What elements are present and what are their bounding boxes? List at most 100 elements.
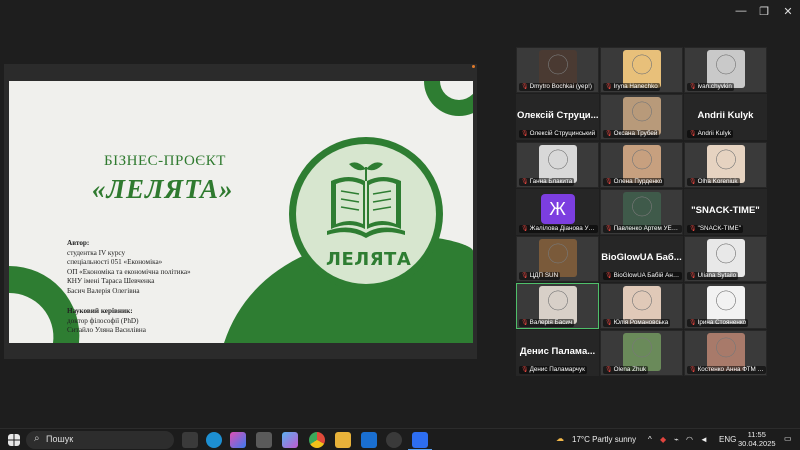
participant-name: Павленко Артем УЕ-32 bbox=[613, 225, 681, 232]
advisor-line: доктор філософії (PhD) bbox=[67, 316, 139, 325]
muted-mic-icon: 🎙 bbox=[521, 179, 529, 185]
avatar: Ж bbox=[540, 194, 575, 224]
participant-caption: 🎙Andrii Kulyk bbox=[687, 130, 733, 138]
participant-name: Костенко Анна ФТМ 4... bbox=[697, 366, 766, 373]
zoom-app-icon[interactable] bbox=[412, 432, 428, 448]
chrome-icon[interactable] bbox=[309, 432, 325, 448]
outlook-icon[interactable] bbox=[361, 432, 377, 448]
participant-tile[interactable]: Andrii Kulyk 🎙Andrii Kulyk bbox=[684, 94, 767, 140]
participant-caption: 🎙Костенко Анна ФТМ 4... bbox=[687, 366, 766, 374]
participant-caption: 🎙Olena Zhuk bbox=[603, 366, 649, 374]
tray-chevron-icon[interactable]: ^ bbox=[648, 435, 652, 444]
participant-gallery: 🎙Dmytro Bochkai (yep!) 🎙Iryna Hanechko 🎙iv… bbox=[516, 47, 768, 377]
muted-mic-icon: 🎙 bbox=[605, 179, 613, 185]
muted-mic-icon: 🎙 bbox=[521, 84, 529, 90]
participant-caption: 🎙Olha Koreniuk bbox=[687, 178, 740, 186]
store-icon[interactable] bbox=[256, 432, 272, 448]
copilot-icon[interactable] bbox=[230, 432, 246, 448]
participant-tile[interactable]: Денис Паламa... 🎙Денис Паламарчук bbox=[516, 330, 599, 376]
participant-name: Ганна Блакита bbox=[529, 178, 573, 185]
tray-icon[interactable]: ⌁ bbox=[674, 435, 679, 444]
windows-start-icon[interactable] bbox=[8, 434, 20, 446]
minimize-button[interactable]: — bbox=[731, 5, 751, 17]
clock[interactable]: 11:55 30.04.2025 bbox=[738, 430, 776, 448]
wifi-icon[interactable]: ◠ bbox=[686, 435, 693, 444]
clock-date: 30.04.2025 bbox=[738, 439, 776, 448]
clock-time: 11:55 bbox=[747, 430, 766, 439]
author-info: Автор: студентка IV курсу спеціальності … bbox=[67, 239, 191, 297]
participant-name: Юлія Романовська bbox=[613, 319, 669, 326]
participant-tile[interactable]: 🎙ЦДП SUN bbox=[516, 236, 599, 282]
muted-mic-icon: 🎙 bbox=[689, 179, 697, 185]
participant-caption: 🎙Олексій Струцинський bbox=[519, 130, 598, 138]
edge-browser-icon[interactable] bbox=[206, 432, 222, 448]
author-line: ОП «Економіка та економічна політика» bbox=[67, 267, 191, 276]
participant-tile[interactable]: BioGlowUA Баб... 🎙BioGlowUA Бабій Анн... bbox=[600, 236, 683, 282]
participant-caption: 🎙Жалілова Діанова УЕ-... bbox=[519, 225, 598, 233]
presentation-slide: БІЗНЕС-ПРОЄКТ «ЛЕЛЯТА» ЛЕЛЯТА Автор: сту… bbox=[9, 81, 473, 343]
muted-mic-icon: 🎙 bbox=[605, 131, 613, 137]
participant-caption: 🎙Uliana Sytailo bbox=[687, 272, 739, 280]
muted-mic-icon: 🎙 bbox=[689, 367, 697, 373]
participant-name: "SNACK-TIME" bbox=[697, 225, 741, 232]
author-line: Басич Валерія Олегівна bbox=[67, 286, 140, 295]
participant-tile[interactable]: Ж 🎙Жалілова Діанова УЕ-... bbox=[516, 189, 599, 235]
advisor-info: Науковий керівник: доктор філософії (PhD… bbox=[67, 307, 146, 336]
participant-caption: 🎙ivan.chyvkin bbox=[687, 83, 734, 91]
muted-mic-icon: 🎙 bbox=[521, 367, 529, 373]
participant-tile[interactable]: 🎙Uliana Sytailo bbox=[684, 236, 767, 282]
participant-tile[interactable]: 🎙Валерія Басич bbox=[516, 283, 599, 329]
language-indicator[interactable]: ENG bbox=[719, 435, 736, 444]
participant-tile[interactable]: 🎙Olha Koreniuk bbox=[684, 142, 767, 188]
zoom-meeting-window: — ❐ ✕ БІЗНЕС-ПРОЄКТ «ЛЕЛЯТА» ЛЕЛЯТА Авто… bbox=[0, 0, 800, 450]
author-line: спеціальності 051 «Економіка» bbox=[67, 258, 163, 267]
muted-mic-icon: 🎙 bbox=[689, 226, 697, 232]
advisor-heading: Науковий керівник: bbox=[67, 307, 133, 315]
participant-tile[interactable]: 🎙ivan.chyvkin bbox=[684, 47, 767, 93]
participant-caption: 🎙Валерія Басич bbox=[519, 319, 575, 327]
file-explorer-icon[interactable] bbox=[335, 432, 351, 448]
volume-icon[interactable]: ◄ bbox=[700, 435, 708, 444]
maximize-button[interactable]: ❐ bbox=[754, 5, 774, 18]
dell-icon[interactable] bbox=[386, 432, 402, 448]
participant-name: Iryna Hanechko bbox=[613, 83, 658, 90]
participant-name: Uliana Sytailo bbox=[697, 272, 737, 279]
taskbar-search[interactable]: ⌕ Пошук bbox=[26, 431, 174, 449]
participant-name: ivan.chyvkin bbox=[697, 83, 732, 90]
participant-caption: 🎙Юлія Романовська bbox=[603, 319, 671, 327]
participant-tile[interactable]: "SNACK-TIME" 🎙"SNACK-TIME" bbox=[684, 189, 767, 235]
search-icon: ⌕ bbox=[34, 433, 40, 444]
participant-name: Dmytro Bochkai (yep!) bbox=[529, 83, 592, 90]
share-indicator-dot bbox=[472, 65, 475, 68]
author-line: студентка IV курсу bbox=[67, 248, 126, 257]
muted-mic-icon: 🎙 bbox=[689, 84, 697, 90]
participant-tile[interactable]: 🎙Ганна Блакита bbox=[516, 142, 599, 188]
muted-mic-icon: 🎙 bbox=[689, 273, 697, 279]
weather-icon: ☁ bbox=[556, 434, 564, 443]
participant-tile[interactable]: 🎙Olena Zhuk bbox=[600, 330, 683, 376]
tray-app-icon[interactable]: ◆ bbox=[660, 435, 666, 444]
participant-tile[interactable]: 🎙Dmytro Bochkai (yep!) bbox=[516, 47, 599, 93]
close-button[interactable]: ✕ bbox=[778, 5, 798, 18]
participant-name: Ірина Стояненко bbox=[697, 319, 747, 326]
participant-name-large: Олексій Струци... bbox=[517, 110, 599, 121]
advisor-line: Ситайло Уляна Василівна bbox=[67, 326, 146, 335]
muted-mic-icon: 🎙 bbox=[605, 226, 613, 232]
participant-name: Оксана Трубей bbox=[613, 130, 658, 137]
participant-name: Жалілова Діанова УЕ-... bbox=[529, 225, 598, 232]
participant-name: Олена Пурденко bbox=[613, 178, 663, 185]
muted-mic-icon: 🎙 bbox=[689, 131, 697, 137]
task-view-icon[interactable] bbox=[182, 432, 198, 448]
participant-tile[interactable]: 🎙Юлія Романовська bbox=[600, 283, 683, 329]
participant-tile[interactable]: 🎙Олена Пурденко bbox=[600, 142, 683, 188]
participant-tile[interactable]: 🎙Костенко Анна ФТМ 4... bbox=[684, 330, 767, 376]
notifications-icon[interactable]: ▭ bbox=[784, 434, 792, 443]
participant-tile[interactable]: Олексій Струци... 🎙Олексій Струцинський bbox=[516, 94, 599, 140]
slide-title-line2: «ЛЕЛЯТА» bbox=[92, 174, 234, 204]
participant-tile[interactable]: 🎙Оксана Трубей bbox=[600, 94, 683, 140]
app-icon[interactable] bbox=[282, 432, 298, 448]
participant-tile[interactable]: 🎙Павленко Артем УЕ-32 bbox=[600, 189, 683, 235]
participant-tile[interactable]: 🎙Ірина Стояненко bbox=[684, 283, 767, 329]
weather-text[interactable]: 17°C Partly sunny bbox=[572, 435, 636, 444]
participant-tile[interactable]: 🎙Iryna Hanechko bbox=[600, 47, 683, 93]
